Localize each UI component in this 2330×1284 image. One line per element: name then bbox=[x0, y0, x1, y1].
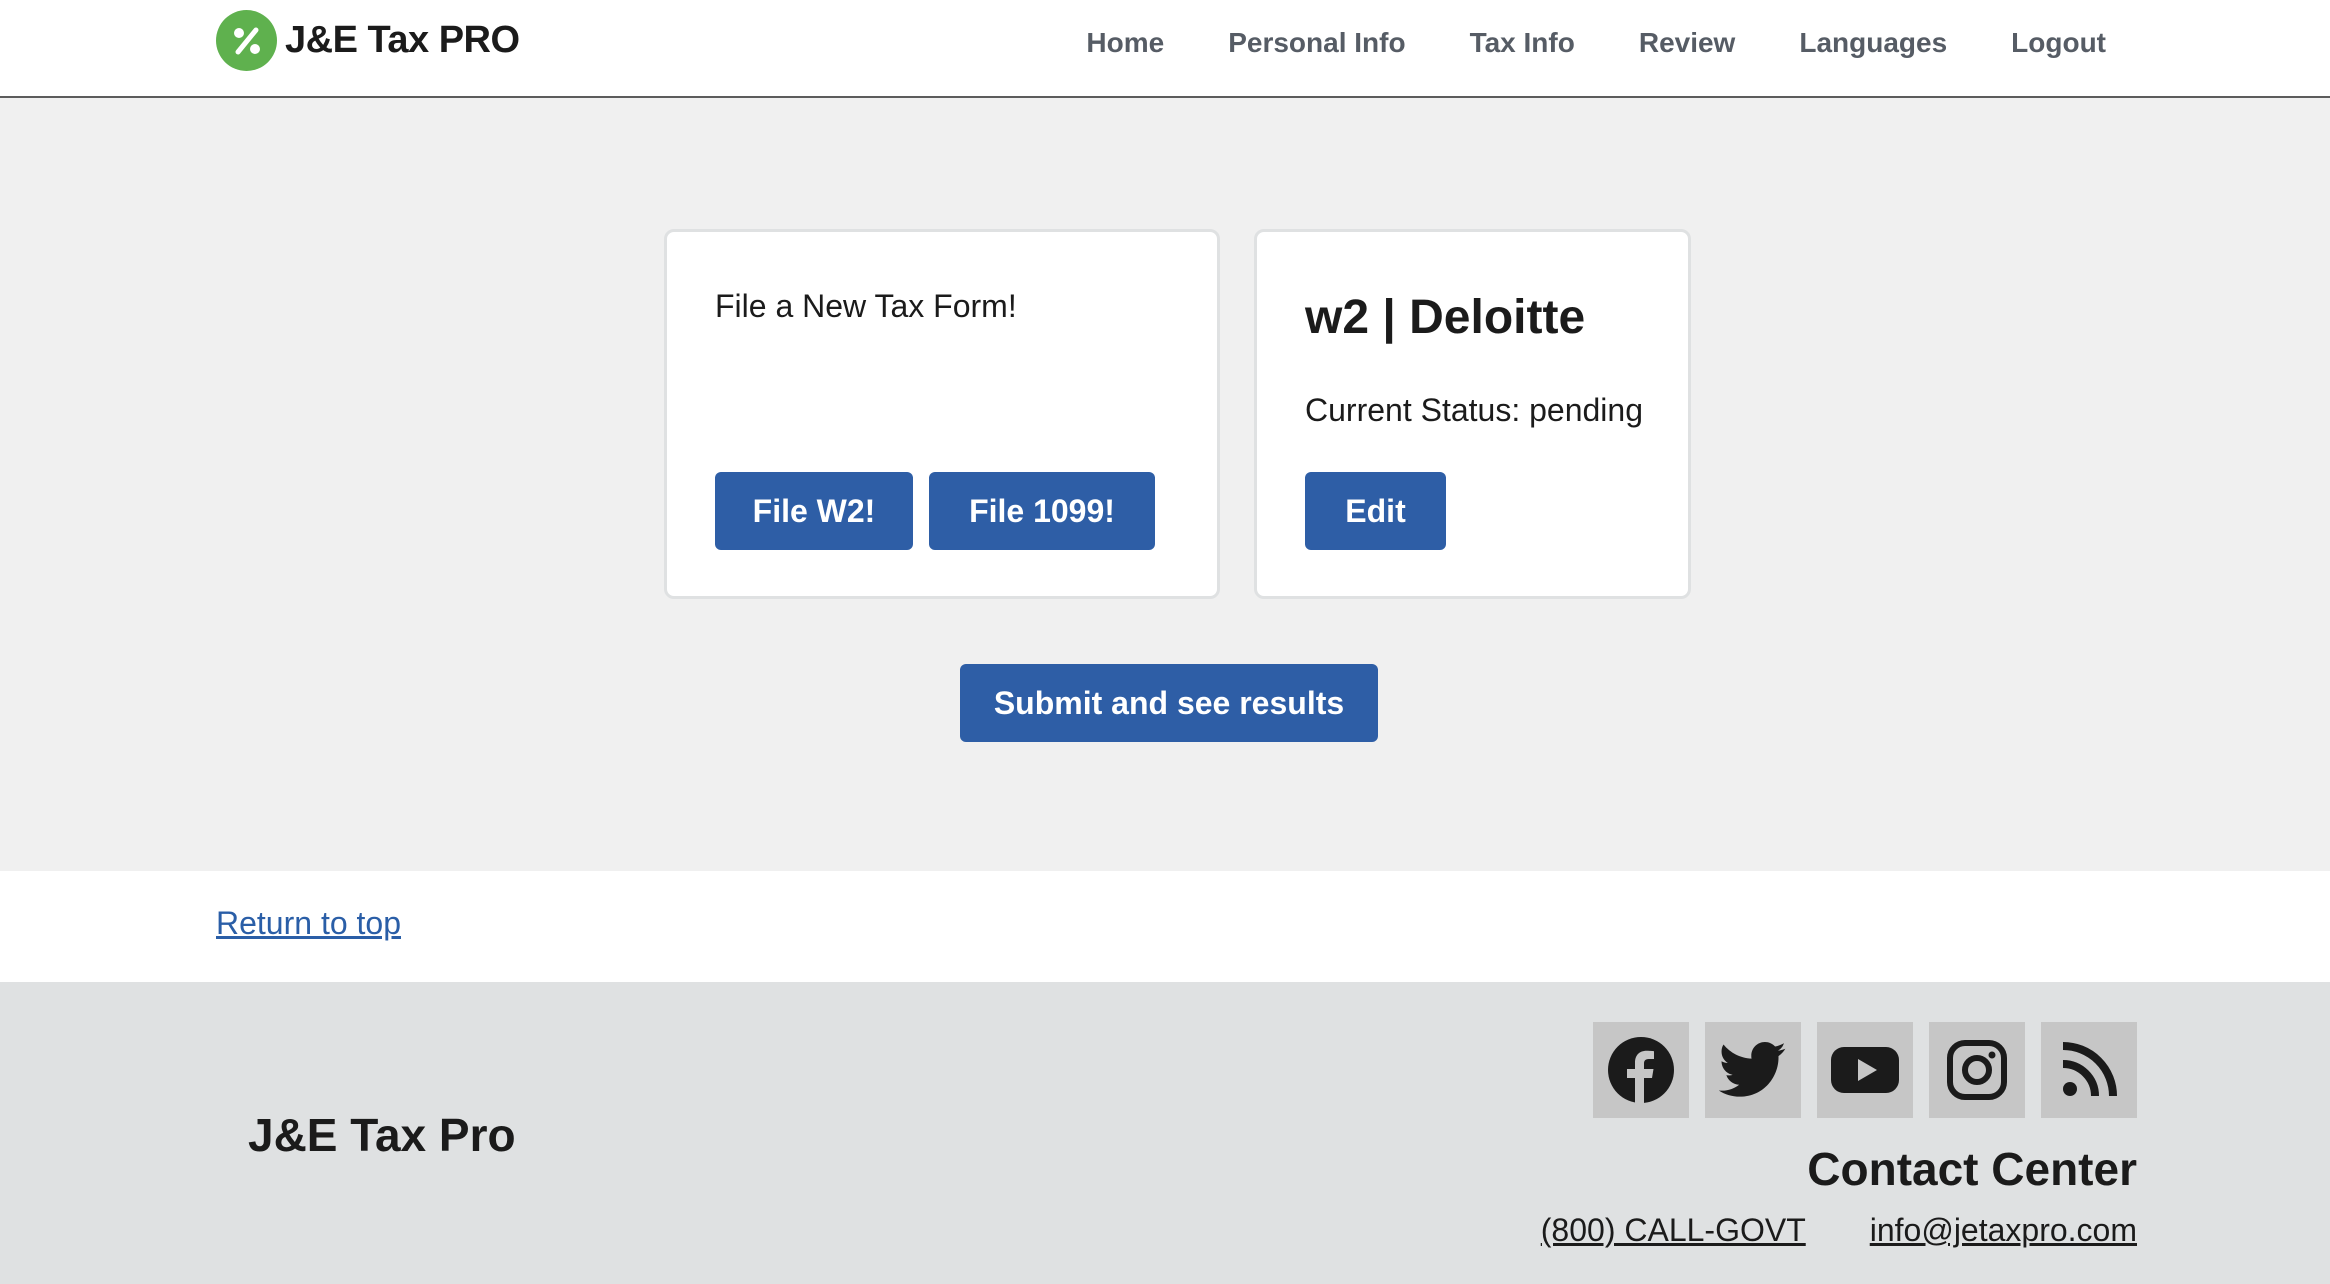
w2-status-text: Current Status: pending bbox=[1305, 392, 1643, 428]
main-content: File a New Tax Form! File W2! File 1099!… bbox=[0, 98, 2330, 871]
contact-center-heading: Contact Center bbox=[1807, 1143, 2137, 1195]
submit-results-button[interactable]: Submit and see results bbox=[960, 664, 1378, 742]
rss-icon[interactable] bbox=[2041, 1022, 2137, 1118]
w2-form-card: w2 | Deloitte Current Status: pending Ed… bbox=[1254, 229, 1691, 599]
nav-tax-info[interactable]: Tax Info bbox=[1470, 27, 1575, 59]
instagram-icon[interactable] bbox=[1929, 1022, 2025, 1118]
phone-link[interactable]: (800) CALL-GOVT bbox=[1541, 1212, 1806, 1249]
new-tax-form-text: File a New Tax Form! bbox=[715, 288, 1017, 324]
nav-logout[interactable]: Logout bbox=[2011, 27, 2106, 59]
return-to-top-link[interactable]: Return to top bbox=[216, 905, 401, 942]
facebook-icon[interactable] bbox=[1593, 1022, 1689, 1118]
edit-button[interactable]: Edit bbox=[1305, 472, 1446, 550]
email-link[interactable]: info@jetaxpro.com bbox=[1870, 1212, 2137, 1249]
new-tax-form-card: File a New Tax Form! File W2! File 1099! bbox=[664, 229, 1220, 599]
return-to-top-band: Return to top bbox=[0, 871, 2330, 982]
contact-links: (800) CALL-GOVT info@jetaxpro.com bbox=[1477, 1212, 2137, 1249]
nav-personal-info[interactable]: Personal Info bbox=[1228, 27, 1405, 59]
youtube-icon[interactable] bbox=[1817, 1022, 1913, 1118]
brand-name: J&E Tax PRO bbox=[285, 19, 520, 61]
file-w2-button[interactable]: File W2! bbox=[715, 472, 913, 550]
file-1099-button[interactable]: File 1099! bbox=[929, 472, 1155, 550]
main-nav: Home Personal Info Tax Info Review Langu… bbox=[1022, 0, 2106, 86]
social-links bbox=[1577, 1022, 2137, 1118]
brand-link[interactable]: J&E Tax PRO bbox=[216, 10, 520, 71]
site-footer: J&E Tax Pro Contact Center (800) CALL-GO… bbox=[0, 982, 2330, 1284]
nav-languages[interactable]: Languages bbox=[1799, 27, 1947, 59]
percent-icon bbox=[216, 10, 277, 71]
twitter-icon[interactable] bbox=[1705, 1022, 1801, 1118]
nav-home[interactable]: Home bbox=[1086, 27, 1164, 59]
nav-review[interactable]: Review bbox=[1639, 27, 1736, 59]
w2-card-title: w2 | Deloitte bbox=[1305, 291, 1586, 344]
footer-brand: J&E Tax Pro bbox=[248, 1109, 516, 1161]
site-header: J&E Tax PRO Home Personal Info Tax Info … bbox=[0, 0, 2330, 98]
